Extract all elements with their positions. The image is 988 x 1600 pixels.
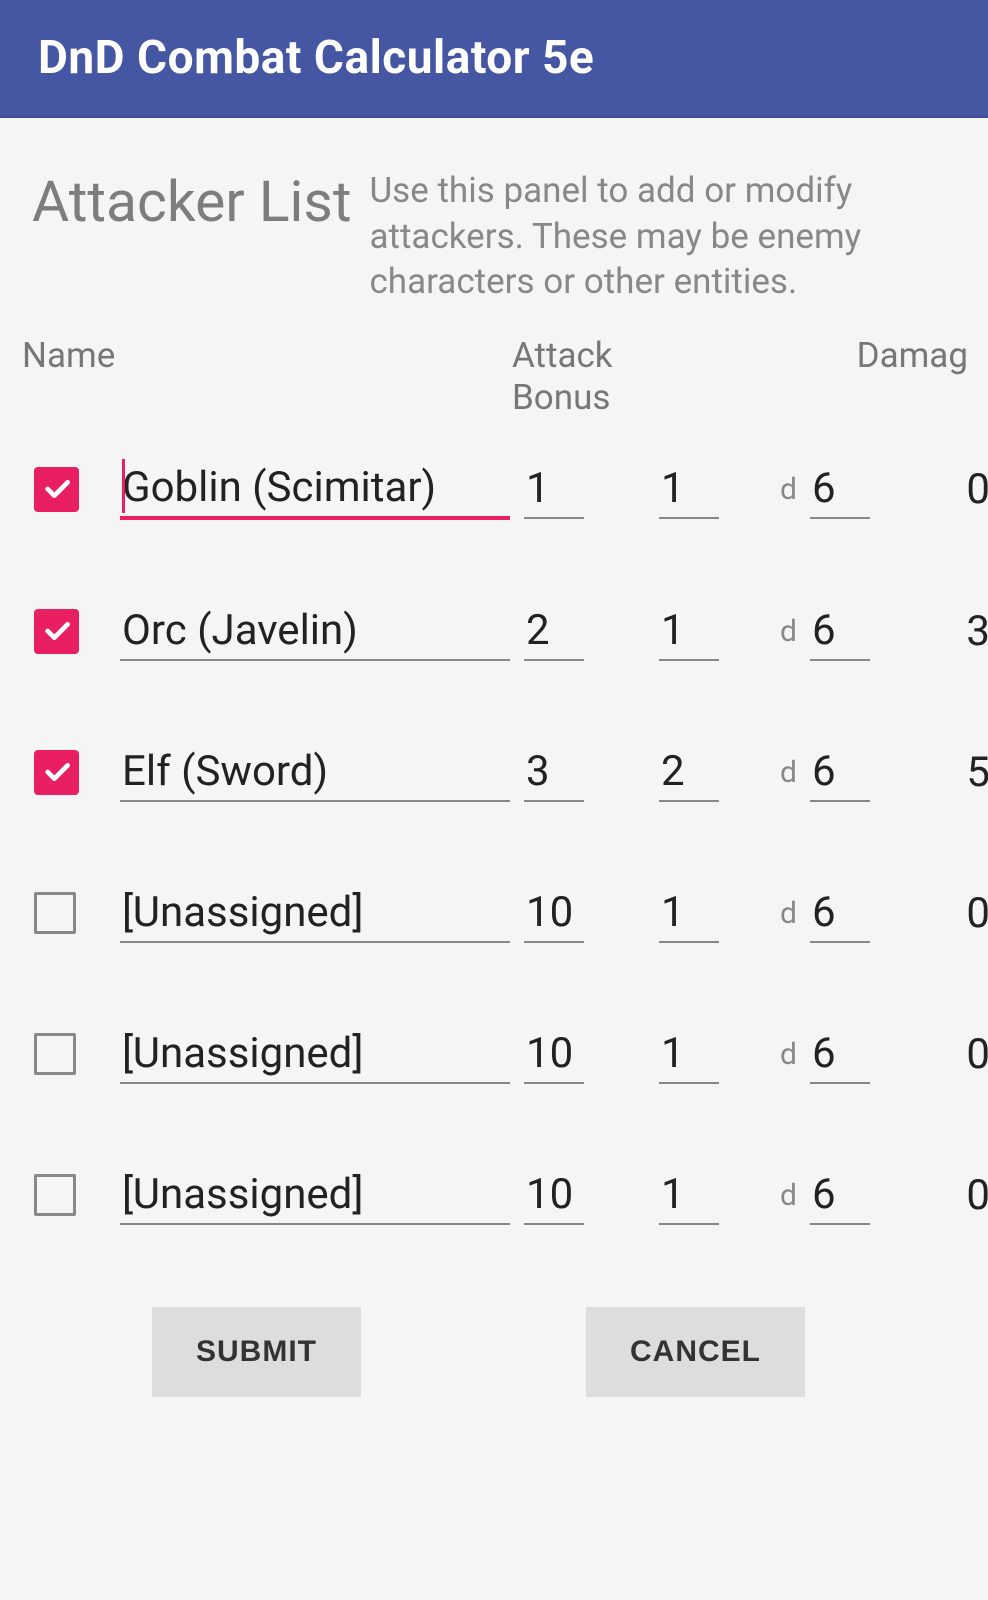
row-checkbox[interactable]	[34, 750, 79, 795]
dice-count-input[interactable]	[659, 1025, 719, 1084]
attacker-row: d0	[20, 459, 968, 520]
attacker-row: d0	[20, 1166, 968, 1225]
row-checkbox[interactable]	[34, 609, 79, 654]
dice-d-label: d	[780, 755, 810, 790]
submit-button[interactable]: SUBMIT	[152, 1307, 361, 1397]
damage-trailing: 3	[930, 607, 988, 656]
row-checkbox[interactable]	[34, 892, 76, 934]
column-header-name: Name	[22, 335, 512, 419]
dice-count-input[interactable]	[659, 602, 719, 661]
die-type-input[interactable]	[810, 743, 870, 802]
dice-d-label: d	[780, 472, 810, 507]
dice-count-input[interactable]	[659, 1166, 719, 1225]
column-header-damage: Damag	[732, 335, 968, 419]
attacker-rows: d0 d3 d5 d0 d0 d0	[20, 459, 968, 1225]
row-checkbox[interactable]	[34, 467, 79, 512]
text-cursor	[122, 459, 125, 513]
die-type-input[interactable]	[810, 602, 870, 661]
dice-d-label: d	[780, 1037, 810, 1072]
attack-bonus-input[interactable]	[524, 602, 584, 661]
dice-count-input[interactable]	[659, 884, 719, 943]
attack-bonus-input[interactable]	[524, 743, 584, 802]
section-header: Attacker List Use this panel to add or m…	[20, 168, 968, 305]
dice-d-label: d	[780, 614, 810, 649]
die-type-input[interactable]	[810, 460, 870, 519]
dice-count-input[interactable]	[659, 460, 719, 519]
name-input[interactable]	[120, 884, 510, 943]
damage-trailing: 5	[930, 748, 988, 797]
name-input[interactable]	[120, 602, 510, 661]
attacker-row: d0	[20, 884, 968, 943]
section-description: Use this panel to add or modify attacker…	[369, 168, 968, 305]
column-headers: Name Attack Bonus Damag	[20, 335, 968, 419]
section-title: Attacker List	[20, 168, 351, 236]
button-row: SUBMIT CANCEL	[152, 1307, 968, 1397]
damage-trailing: 0	[930, 1171, 988, 1220]
attacker-row: d0	[20, 1025, 968, 1084]
name-input[interactable]	[120, 743, 510, 802]
attack-bonus-input[interactable]	[524, 1025, 584, 1084]
name-input[interactable]	[120, 1166, 510, 1225]
damage-trailing: 0	[930, 1030, 988, 1079]
attacker-row: d5	[20, 743, 968, 802]
name-input[interactable]	[120, 1025, 510, 1084]
cancel-button[interactable]: CANCEL	[586, 1307, 805, 1397]
dice-d-label: d	[780, 896, 810, 931]
attack-bonus-input[interactable]	[524, 1166, 584, 1225]
row-checkbox[interactable]	[34, 1033, 76, 1075]
die-type-input[interactable]	[810, 1025, 870, 1084]
app-title: DnD Combat Calculator 5e	[38, 31, 594, 85]
damage-trailing: 0	[930, 889, 988, 938]
damage-trailing: 0	[930, 465, 988, 514]
row-checkbox[interactable]	[34, 1174, 76, 1216]
content-area: Attacker List Use this panel to add or m…	[0, 168, 988, 1397]
column-header-attack-bonus: Attack Bonus	[512, 335, 732, 419]
attack-bonus-input[interactable]	[524, 884, 584, 943]
die-type-input[interactable]	[810, 884, 870, 943]
attack-bonus-input[interactable]	[524, 460, 584, 519]
dice-d-label: d	[780, 1178, 810, 1213]
die-type-input[interactable]	[810, 1166, 870, 1225]
attacker-row: d3	[20, 602, 968, 661]
name-input[interactable]	[120, 459, 510, 520]
dice-count-input[interactable]	[659, 743, 719, 802]
app-header: DnD Combat Calculator 5e	[0, 0, 988, 118]
